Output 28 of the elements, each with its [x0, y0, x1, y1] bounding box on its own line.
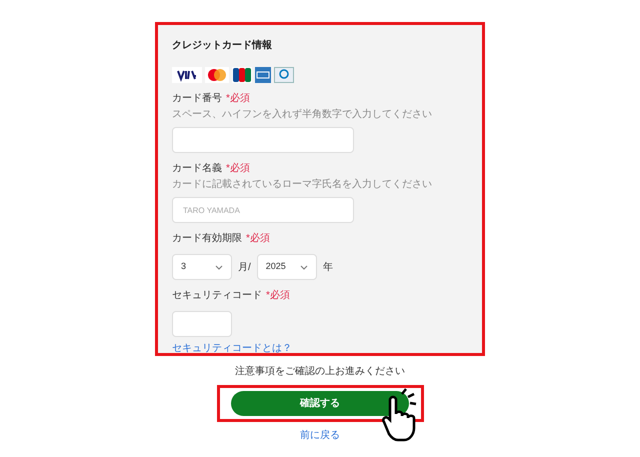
card-brand-icon — [274, 67, 294, 83]
input-field[interactable] — [172, 311, 232, 337]
card-brand-icon — [205, 67, 229, 83]
notice-text: 注意事項をご確認の上お進みください — [235, 364, 405, 379]
field-label: カード有効期限 — [172, 232, 242, 245]
month-select[interactable]: 3 — [172, 254, 232, 280]
field-label: セキュリティコード — [172, 289, 262, 302]
input-field[interactable] — [172, 127, 354, 153]
required-label: *必須 — [246, 232, 270, 246]
field-label: カード番号 — [172, 92, 222, 105]
card-brand-icon — [172, 67, 202, 83]
input-field[interactable]: TARO YAMADA — [172, 197, 354, 223]
year-select[interactable]: 2025 — [256, 254, 317, 280]
required-label: *必須 — [226, 162, 250, 176]
back-link[interactable]: 前に戻る — [300, 428, 340, 443]
card-brand-icon — [232, 67, 252, 83]
required-label: *必須 — [226, 92, 250, 106]
chevron-down-icon — [215, 264, 223, 270]
chevron-down-icon — [300, 264, 308, 270]
card-brand-icon — [255, 67, 271, 83]
section-title: クレジットカード情報 — [172, 39, 273, 53]
unit-label: 年 — [322, 260, 333, 274]
field-hint: カードに記載されているローマ字氏名を入力してください — [172, 179, 433, 191]
unit-label: 月/ — [238, 260, 251, 274]
field-hint: スペース、ハイフンを入れず半角数字で入力してください — [172, 109, 433, 121]
field-label: カード名義 — [172, 162, 222, 175]
required-label: *必須 — [266, 288, 290, 303]
help-link[interactable]: セキュリティコードとは？ — [172, 341, 292, 356]
